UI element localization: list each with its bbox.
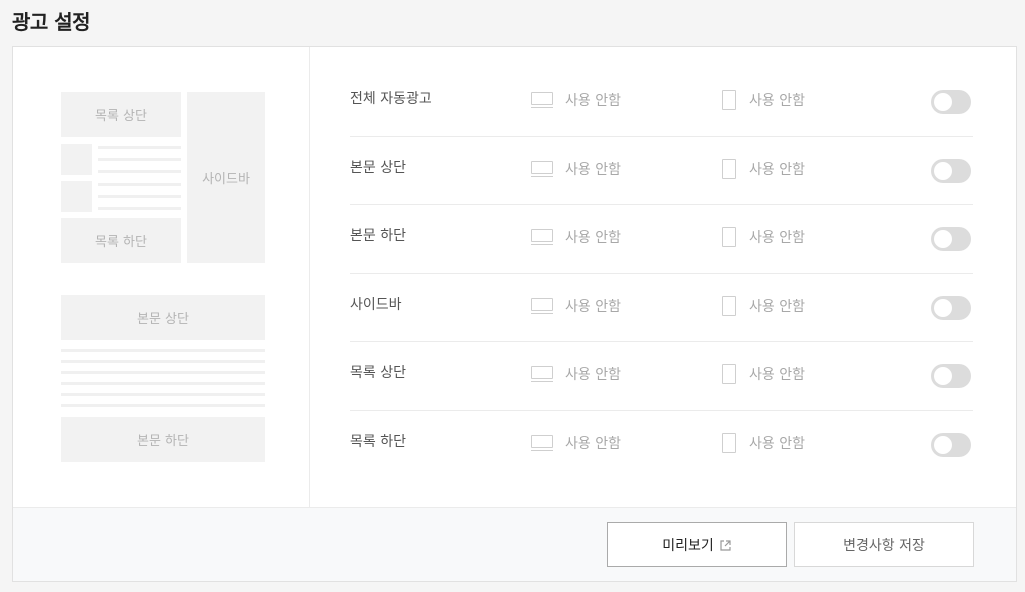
ad-setting-row: 전체 자동광고 사용 안함 사용 안함 <box>350 68 973 137</box>
ad-position-label: 목록 상단 <box>350 365 406 381</box>
pc-status-text: 사용 안함 <box>565 298 621 315</box>
ad-position-label: 전체 자동광고 <box>350 91 432 107</box>
ad-settings-list: 전체 자동광고 사용 안함 사용 안함 본문 상단 사용 안함 사용 안함 본문… <box>350 68 973 479</box>
footer-bar: 미리보기 변경사항 저장 <box>13 507 1016 581</box>
mobile-icon <box>722 364 736 384</box>
pc-status-text: 사용 안함 <box>565 161 621 178</box>
ad-position-label: 사이드바 <box>350 296 402 313</box>
preview-list-line <box>98 183 181 186</box>
preview-body-line <box>61 404 265 407</box>
desktop-icon <box>531 92 553 109</box>
preview-body-top: 본문 상단 <box>61 295 265 340</box>
ad-position-label: 목록 하단 <box>350 433 406 450</box>
preview-list-line <box>98 146 181 149</box>
ad-toggle-switch[interactable] <box>931 432 971 457</box>
toggle-knob <box>934 298 952 317</box>
preview-button[interactable]: 미리보기 <box>607 522 787 567</box>
pc-status-text: 사용 안함 <box>565 93 621 109</box>
toggle-knob <box>934 435 952 454</box>
pc-status-text: 사용 안함 <box>565 367 621 383</box>
toggle-knob <box>934 367 952 385</box>
mobile-status-text: 사용 안함 <box>749 93 805 109</box>
preview-body-line <box>61 382 265 385</box>
preview-list-thumb <box>61 181 92 212</box>
ad-toggle-switch[interactable] <box>931 227 971 251</box>
external-link-icon <box>720 540 731 551</box>
layout-preview: 목록 상단 사이드바 목록 하단 본문 상단 본문 하단 <box>13 47 310 507</box>
ad-settings-panel: 목록 상단 사이드바 목록 하단 본문 상단 본문 하단 전체 자동광고 사용 … <box>12 46 1017 582</box>
ad-toggle-switch[interactable] <box>931 295 971 320</box>
pc-status-text: 사용 안함 <box>565 230 621 246</box>
mobile-icon <box>722 295 736 316</box>
ad-setting-row: 본문 하단 사용 안함 사용 안함 <box>350 205 973 274</box>
preview-list-line <box>98 158 181 161</box>
preview-sidebar: 사이드바 <box>187 92 265 263</box>
mobile-status-text: 사용 안함 <box>749 367 805 383</box>
ad-setting-row: 사이드바 사용 안함 사용 안함 <box>350 274 973 342</box>
preview-body-line <box>61 349 265 352</box>
preview-list-line <box>98 207 181 210</box>
ad-position-label: 본문 상단 <box>350 159 406 176</box>
toggle-knob <box>934 93 952 111</box>
desktop-icon <box>531 366 553 383</box>
ad-toggle-switch[interactable] <box>931 158 971 183</box>
preview-button-label: 미리보기 <box>662 537 714 554</box>
ad-setting-row: 본문 상단 사용 안함 사용 안함 <box>350 137 973 205</box>
save-changes-button[interactable]: 변경사항 저장 <box>794 522 974 567</box>
mobile-icon <box>722 158 736 179</box>
mobile-icon <box>722 90 736 110</box>
preview-body-line <box>61 371 265 374</box>
preview-body-line <box>61 360 265 363</box>
ad-setting-row: 목록 상단 사용 안함 사용 안함 <box>350 342 973 411</box>
toggle-knob <box>934 161 952 180</box>
preview-list-line <box>98 170 181 173</box>
mobile-icon <box>722 432 736 453</box>
desktop-icon <box>531 229 553 246</box>
preview-body-line <box>61 393 265 396</box>
preview-list-line <box>98 195 181 198</box>
preview-list-top: 목록 상단 <box>61 92 181 137</box>
ad-toggle-switch[interactable] <box>931 364 971 388</box>
desktop-icon <box>531 160 553 178</box>
mobile-icon <box>722 227 736 247</box>
mobile-status-text: 사용 안함 <box>749 230 805 246</box>
ad-toggle-switch[interactable] <box>931 90 971 114</box>
page-title: 광고 설정 <box>12 10 91 34</box>
desktop-icon <box>531 297 553 315</box>
pc-status-text: 사용 안함 <box>565 435 621 452</box>
ad-position-label: 본문 하단 <box>350 228 406 244</box>
preview-list-bottom: 목록 하단 <box>61 218 181 263</box>
toggle-knob <box>934 230 952 248</box>
mobile-status-text: 사용 안함 <box>749 161 805 178</box>
desktop-icon <box>531 434 553 452</box>
preview-body-bottom: 본문 하단 <box>61 417 265 462</box>
preview-list-thumb <box>61 144 92 175</box>
mobile-status-text: 사용 안함 <box>749 298 805 315</box>
ad-setting-row: 목록 하단 사용 안함 사용 안함 <box>350 411 973 480</box>
mobile-status-text: 사용 안함 <box>749 435 805 452</box>
